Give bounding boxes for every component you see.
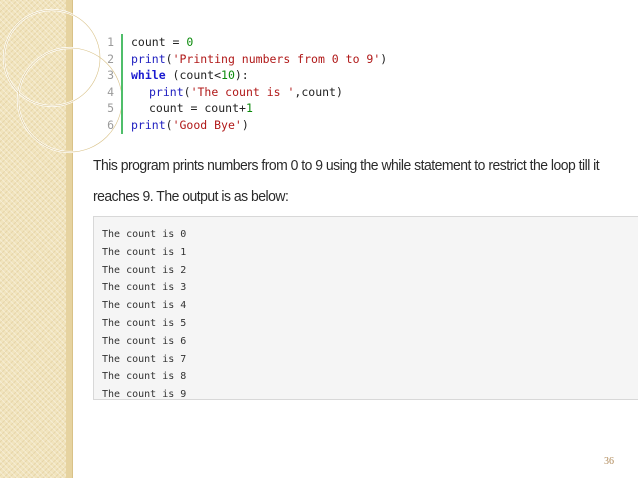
line-number: 3 <box>96 67 123 84</box>
output-line: The count is 5 <box>102 318 187 329</box>
output-line: The count is 8 <box>102 371 187 383</box>
code-text: count = 0 <box>131 34 193 51</box>
program-output-box: The count is 0 The count is 1 The count is… <box>93 216 638 400</box>
code-line: 2 print('Printing numbers from 0 to 9') <box>96 50 416 68</box>
code-token: 10 <box>221 68 235 83</box>
code-token: ( <box>165 51 173 66</box>
line-number: 5 <box>96 100 123 117</box>
code-token: ) <box>241 117 249 132</box>
output-line: The count is 0 <box>102 229 187 240</box>
code-text: print('The count is ',count) <box>131 84 343 101</box>
output-line: The count is 2 <box>102 264 187 276</box>
line-number: 4 <box>96 83 123 101</box>
code-listing: 1 count = 0 2 print('Printing numbers from … <box>96 34 416 134</box>
line-number: 2 <box>96 50 123 68</box>
code-token: 'The count is ' <box>190 84 295 99</box>
output-line: The count is 3 <box>102 282 187 294</box>
code-text: count = count+1 <box>131 100 253 117</box>
code-token: ( <box>165 117 173 132</box>
output-line: The count is 7 <box>102 353 187 365</box>
code-token: count = count+ <box>149 101 246 116</box>
code-line: 1 count = 0 <box>96 34 416 51</box>
code-text: print('Good Bye') <box>131 117 249 134</box>
code-token: 'Printing numbers from 0 to 9' <box>172 51 381 66</box>
code-token: 1 <box>245 101 253 116</box>
code-token: print <box>131 51 166 66</box>
code-token: ): <box>234 68 249 83</box>
output-line: The count is 1 <box>102 246 187 258</box>
code-text: print('Printing numbers from 0 to 9') <box>131 51 387 68</box>
code-token: 'Good Bye' <box>172 117 242 132</box>
code-token: print <box>131 117 166 132</box>
code-token: 0 <box>186 35 194 49</box>
output-line: The count is 9 <box>102 389 187 401</box>
program-description: This program prints numbers from 0 to 9 … <box>93 157 600 205</box>
code-token: while <box>131 68 166 83</box>
code-text: while (count<10): <box>131 67 249 84</box>
code-token: ) <box>380 51 388 66</box>
code-token: ,count) <box>294 84 343 99</box>
code-line: 6 print('Good Bye') <box>96 116 416 134</box>
code-line: 4 print('The count is ',count) <box>96 83 416 101</box>
code-token: ( <box>183 84 191 99</box>
code-token: (count< <box>165 68 222 83</box>
output-line: The count is 4 <box>102 300 187 312</box>
line-number: 6 <box>96 116 123 134</box>
line-number: 1 <box>96 34 123 51</box>
page-number: 36 <box>604 456 614 467</box>
code-line: 5 count = count+1 <box>96 100 416 117</box>
code-token: count = <box>131 35 187 49</box>
code-token: print <box>149 84 184 99</box>
output-line: The count is 6 <box>102 335 187 347</box>
code-line: 3 while (count<10): <box>96 67 416 84</box>
